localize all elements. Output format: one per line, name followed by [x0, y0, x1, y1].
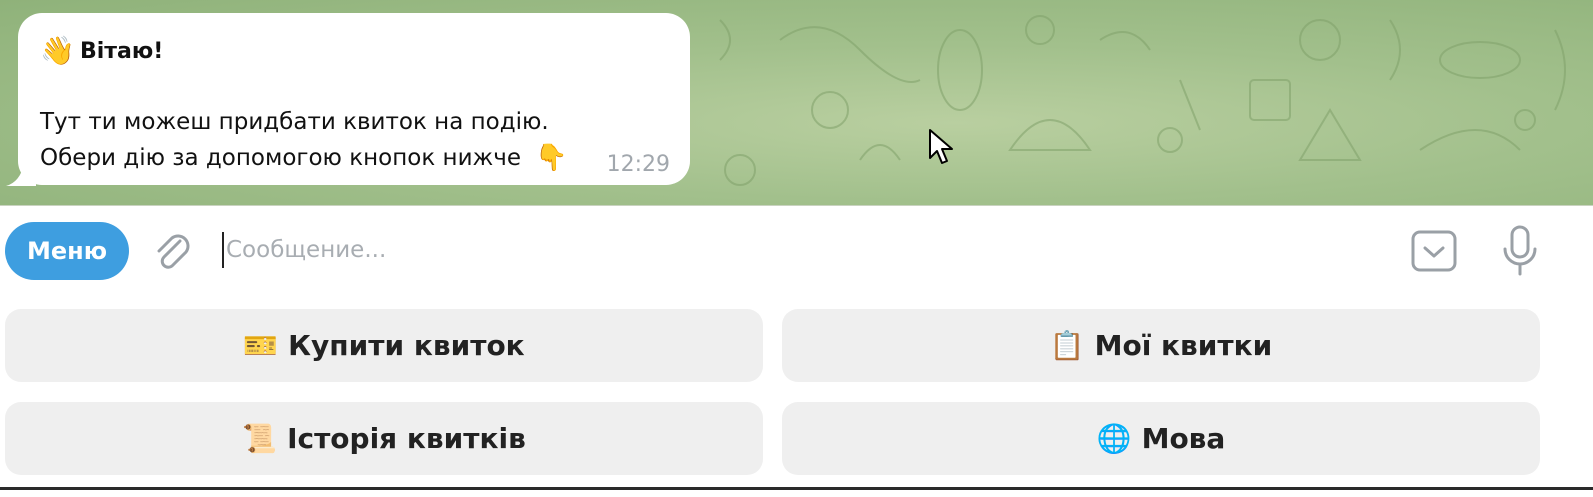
message-greeting: 👋 Вітаю!	[40, 33, 668, 69]
paperclip-icon[interactable]	[150, 229, 196, 275]
text-caret	[222, 232, 224, 268]
message-input-bar: Меню	[0, 207, 1593, 297]
ticket-icon: 🎫	[243, 328, 279, 362]
clipboard-icon: 📋	[1049, 328, 1085, 362]
buy-ticket-button[interactable]: 🎫 Купити квиток	[5, 309, 763, 382]
language-label: Мова	[1141, 422, 1226, 455]
message-input[interactable]	[226, 229, 1376, 271]
bot-message-bubble: 👋 Вітаю! Тут ти можеш придбати квиток на…	[18, 13, 690, 185]
message-time: 12:29	[606, 152, 670, 177]
scroll-icon: 📜	[242, 421, 278, 455]
message-line-1: Тут ти можеш придбати квиток на подію.	[40, 109, 549, 135]
my-tickets-label: Мої квитки	[1094, 329, 1273, 362]
window-bottom-edge	[0, 487, 1593, 490]
message-line-2-text: Обери дію за допомогою кнопок нижче	[40, 145, 521, 171]
my-tickets-button[interactable]: 📋 Мої квитки	[782, 309, 1540, 382]
buy-ticket-label: Купити квиток	[288, 329, 525, 362]
chat-area: 👋 Вітаю! Тут ти можеш придбати квиток на…	[0, 0, 1593, 206]
pointing-down-icon: 👇	[535, 143, 568, 173]
greeting-text: Вітаю!	[80, 38, 164, 64]
ticket-history-label: Історія квитків	[287, 422, 526, 455]
globe-icon: 🌐	[1096, 421, 1132, 455]
language-button[interactable]: 🌐 Мова	[782, 402, 1540, 475]
mouse-cursor-icon	[929, 129, 953, 164]
menu-button[interactable]: Меню	[5, 222, 129, 280]
ticket-history-button[interactable]: 📜 Історія квитків	[5, 402, 763, 475]
message-line-2: Обери дію за допомогою кнопок нижче 👇	[40, 140, 668, 176]
microphone-icon[interactable]	[1500, 224, 1540, 278]
keyboard-toggle-icon[interactable]	[1410, 227, 1458, 275]
waving-hand-icon: 👋	[40, 34, 75, 67]
